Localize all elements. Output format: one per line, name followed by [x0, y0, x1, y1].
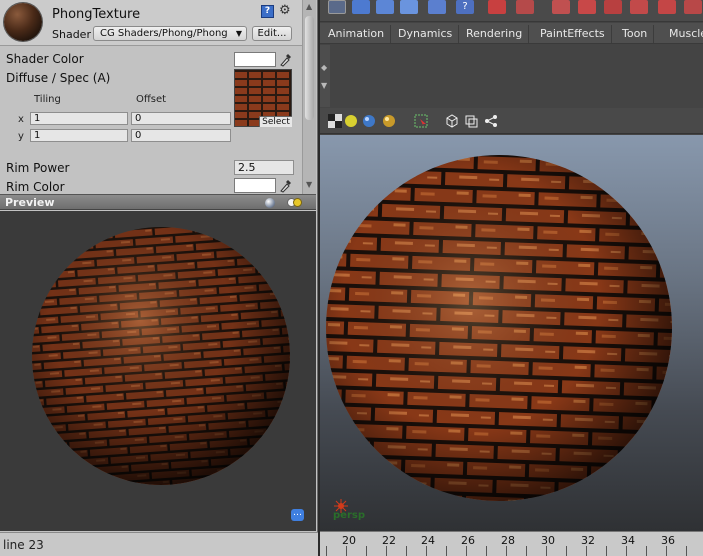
tiling-label: Tiling [34, 94, 61, 105]
maya-status-line: ? [320, 0, 703, 22]
viewport-panel-toolbar [320, 108, 703, 134]
lighting-icon[interactable] [382, 114, 396, 128]
rim-power-label: Rim Power [6, 161, 70, 175]
hypershade-icon[interactable] [578, 0, 596, 14]
status-bar: line 23 [0, 532, 318, 556]
status-text: line 23 [3, 538, 44, 552]
timeline-tick-label: 22 [382, 534, 396, 547]
render-settings-icon[interactable] [552, 0, 570, 14]
shader-label: Shader [52, 28, 91, 41]
rim-power-field[interactable]: 2.5 [234, 160, 294, 175]
timeline-tick-label: 36 [661, 534, 675, 547]
timeline-tick-label: 26 [461, 534, 475, 547]
shelf-scroll: ◆ ▼ [320, 45, 330, 107]
tab-muscle[interactable]: Muscle [663, 25, 703, 43]
scroll-down-icon[interactable]: ▼ [306, 180, 312, 189]
shelf-tabs: Animation Dynamics Rendering PaintEffect… [320, 23, 703, 44]
offset-y-field[interactable]: 0 [131, 129, 231, 142]
timeline-tick-label: 34 [621, 534, 635, 547]
snap-view-icon[interactable] [400, 0, 418, 14]
timeline-tick-label: 32 [581, 534, 595, 547]
material-thumbnail [4, 3, 42, 41]
tab-toon[interactable]: Toon [616, 25, 655, 43]
help-icon[interactable]: ? [456, 0, 474, 14]
snap-grid-icon[interactable] [352, 0, 370, 14]
tab-painteffects[interactable]: PaintEffects [534, 25, 612, 43]
scrollbar-thumb[interactable] [305, 16, 314, 120]
inspector-scrollbar[interactable]: ▲ ▼ [302, 0, 316, 194]
offset-label: Offset [136, 94, 167, 105]
snap-point-icon[interactable] [376, 0, 394, 14]
maya-window: ? Animation Dynamics Rendering PaintEffe… [320, 0, 703, 556]
live-surface-icon[interactable] [428, 0, 446, 14]
wireframe-checker-icon[interactable] [328, 114, 342, 128]
tiling-y-field[interactable]: 1 [30, 129, 128, 142]
snap-curve-icon[interactable] [328, 0, 346, 14]
y-axis-label: y [18, 131, 24, 142]
render-view-icon[interactable] [604, 0, 622, 14]
tab-animation[interactable]: Animation [322, 25, 392, 43]
shelf-down-icon[interactable]: ▼ [321, 81, 327, 90]
texture-select-button[interactable]: Select [259, 116, 292, 127]
share-nodes-icon[interactable] [484, 114, 498, 128]
preview-header: Preview [0, 194, 316, 210]
gear-icon[interactable]: ⚙ [279, 3, 291, 18]
shader-dropdown[interactable]: CG Shaders/Phong/Phong ▼ [93, 26, 247, 41]
preview-mesh-sphere-icon[interactable] [265, 198, 275, 208]
shader-color-swatch[interactable] [234, 52, 276, 67]
xray-cube-icon[interactable] [444, 114, 458, 128]
scroll-up-icon[interactable]: ▲ [306, 2, 312, 11]
viewport-camera-label: persp [333, 510, 365, 521]
rim-color-swatch[interactable] [234, 178, 276, 193]
shelf-content [320, 45, 703, 107]
edit-shader-button[interactable]: Edit... [252, 26, 292, 41]
tab-rendering[interactable]: Rendering [460, 25, 530, 43]
timeline-tick-label: 20 [342, 534, 356, 547]
chevron-down-icon: ▼ [235, 29, 242, 38]
diffuse-label: Diffuse / Spec (A) [6, 71, 111, 85]
render-icon[interactable] [488, 0, 506, 14]
perspective-viewport[interactable]: persp [320, 135, 703, 531]
timeline-tick-label: 24 [421, 534, 435, 547]
attribute-editor-icon[interactable] [684, 0, 702, 14]
help-icon[interactable]: ? [261, 5, 274, 18]
shelf-menu-icon[interactable]: ◆ [321, 63, 327, 72]
tiling-x-field[interactable]: 1 [30, 112, 128, 125]
material-preview-area[interactable]: … [0, 211, 316, 531]
shader-color-label: Shader Color [6, 52, 84, 66]
eyedropper-icon[interactable] [279, 51, 293, 67]
isolate-select-icon[interactable] [414, 114, 428, 128]
brick-sphere [326, 155, 672, 501]
preview-sphere [32, 227, 290, 485]
xray-joints-icon[interactable] [464, 114, 478, 128]
x-axis-label: x [18, 114, 24, 125]
smooth-shade-icon[interactable] [344, 114, 358, 128]
more-options-icon[interactable]: … [291, 509, 304, 521]
tab-dynamics[interactable]: Dynamics [392, 25, 460, 43]
timeline-tick-label: 30 [541, 534, 555, 547]
rim-color-label: Rim Color [6, 180, 65, 194]
material-title: PhongTexture [52, 7, 141, 22]
preview-lights-icon[interactable] [287, 198, 303, 208]
default-material-icon[interactable] [362, 114, 376, 128]
inspector-header: PhongTexture ? ⚙ Shader CG Shaders/Phong… [0, 0, 302, 46]
time-slider[interactable]: 20 22 24 26 28 30 32 34 36 [320, 531, 703, 556]
material-inspector: PhongTexture ? ⚙ Shader CG Shaders/Phong… [0, 0, 318, 556]
shader-dropdown-value: CG Shaders/Phong/Phong [100, 28, 228, 39]
preview-title: Preview [5, 196, 55, 209]
timeline-tick-label: 28 [501, 534, 515, 547]
eyedropper-icon[interactable] [279, 177, 293, 193]
offset-x-field[interactable]: 0 [131, 112, 231, 125]
outliner-icon[interactable] [658, 0, 676, 14]
graph-editor-icon[interactable] [630, 0, 648, 14]
ipr-render-icon[interactable] [516, 0, 534, 14]
